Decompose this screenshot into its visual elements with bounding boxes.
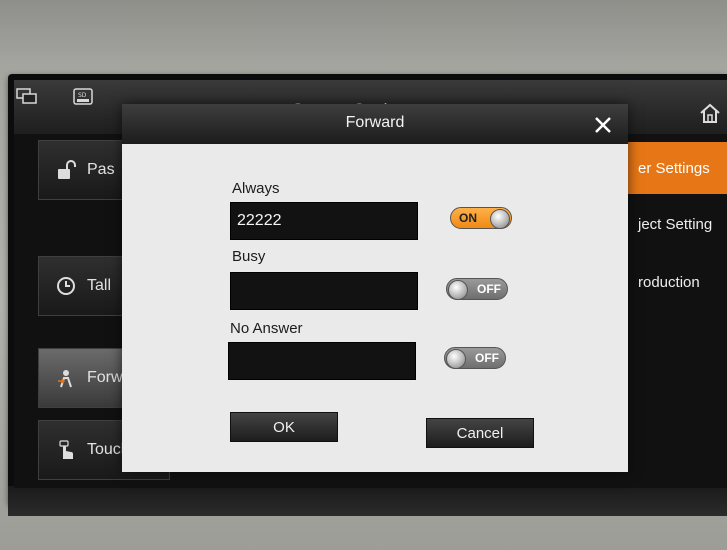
right-menu-label: roduction	[638, 273, 700, 291]
busy-toggle-state: OFF	[477, 282, 501, 296]
busy-label: Busy	[232, 248, 266, 265]
no-answer-label: No Answer	[230, 320, 303, 337]
left-menu-label: Tall	[87, 277, 112, 294]
toggle-knob	[448, 280, 468, 300]
right-menu-item-user-settings[interactable]: er Settings	[624, 142, 727, 194]
dialog-title: Forward	[345, 114, 405, 131]
busy-number-field[interactable]	[230, 272, 418, 310]
always-label: Always	[232, 180, 280, 197]
no-answer-toggle-state: OFF	[475, 351, 499, 365]
no-answer-toggle[interactable]: OFF	[444, 347, 506, 369]
right-menu-label: er Settings	[638, 159, 710, 177]
touch-hand-icon	[59, 440, 73, 459]
toggle-knob	[490, 209, 510, 229]
network-icon	[16, 88, 37, 104]
left-menu-label: Forw	[87, 369, 123, 386]
lock-open-icon	[58, 160, 76, 179]
cancel-button[interactable]: Cancel	[426, 418, 534, 448]
no-answer-number-field[interactable]	[228, 342, 416, 380]
right-menu-item-production[interactable]: roduction	[624, 256, 727, 308]
svg-text:SD: SD	[78, 92, 87, 99]
close-icon[interactable]	[592, 114, 614, 136]
device-bezel-bottom	[8, 486, 727, 516]
right-menu-item-project-settings[interactable]: ject Setting	[624, 198, 727, 250]
forward-person-icon	[58, 370, 72, 388]
left-menu-label: Pas	[87, 161, 115, 178]
right-menu-label: ject Setting	[638, 215, 713, 233]
home-icon[interactable]	[699, 102, 721, 124]
always-number-field[interactable]	[230, 202, 418, 240]
dialog-header: Forward	[122, 104, 628, 144]
toggle-knob	[446, 349, 466, 369]
always-toggle[interactable]: ON	[450, 207, 512, 229]
sd-card-icon: SD	[73, 88, 93, 105]
always-toggle-state: ON	[459, 211, 477, 225]
busy-toggle[interactable]: OFF	[446, 278, 508, 300]
forward-dialog: Forward Always ON Busy OFF No Answer OFF…	[122, 104, 628, 472]
ok-button[interactable]: OK	[230, 412, 338, 442]
clock-icon	[57, 277, 75, 295]
